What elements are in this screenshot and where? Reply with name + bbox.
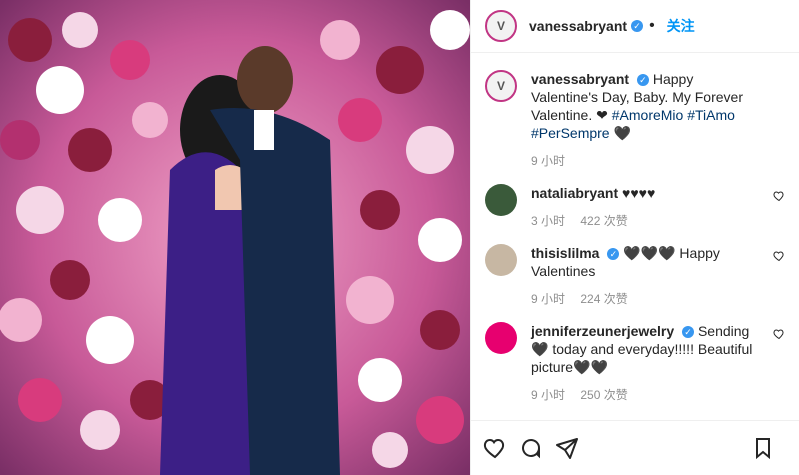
comment-row: jenniferzeunerjewelry ✓ Sending 🖤 today …: [485, 322, 785, 404]
comment-likes[interactable]: 224 次赞: [580, 292, 627, 306]
comments-list: V vanessabryant ✓ Happy Valentine's Day,…: [471, 52, 799, 421]
caption: V vanessabryant ✓ Happy Valentine's Day,…: [485, 70, 785, 170]
like-button[interactable]: [483, 436, 507, 460]
comment-likes[interactable]: 422 次赞: [580, 214, 627, 228]
comment-avatar[interactable]: [485, 322, 517, 354]
heart-icon[interactable]: [773, 190, 785, 202]
heart-icon: [483, 438, 505, 459]
comment-avatar[interactable]: [485, 244, 517, 276]
verified-icon: ✓: [682, 326, 695, 339]
comment-avatar[interactable]: [485, 184, 517, 216]
comment-icon: [522, 439, 540, 459]
post-sidebar: V vanessabryant ✓ • 关注 V vanessabryant ✓…: [470, 0, 799, 475]
post-header: V vanessabryant ✓ • 关注: [471, 0, 799, 53]
verified-icon: ✓: [631, 20, 644, 32]
share-icon: [556, 438, 578, 459]
photo-flower-wall: [0, 0, 470, 475]
caption-time: 9 小时: [531, 154, 566, 168]
comment-row: thisislilma ✓ 🖤🖤🖤 Happy Valentines 9 小时 …: [485, 244, 785, 308]
comment-row: nataliabryant ♥♥♥♥ 3 小时 422 次赞: [485, 184, 785, 230]
follow-button[interactable]: 关注: [667, 16, 695, 36]
post-photo[interactable]: [0, 0, 470, 475]
comment-username[interactable]: thisislilma: [531, 245, 599, 261]
heart-icon[interactable]: [773, 328, 785, 340]
author-avatar[interactable]: V: [485, 10, 517, 42]
bookmark-icon: [756, 438, 770, 460]
caption-avatar[interactable]: V: [485, 70, 517, 102]
caption-tail: 🖤: [613, 125, 631, 141]
comment-username[interactable]: nataliabryant: [531, 185, 618, 201]
post-actions: [471, 420, 799, 475]
instagram-post: V vanessabryant ✓ • 关注 V vanessabryant ✓…: [0, 0, 799, 475]
comment-button[interactable]: [519, 436, 543, 460]
share-button[interactable]: [555, 436, 579, 460]
save-button[interactable]: [751, 436, 775, 460]
comment-username[interactable]: jenniferzeunerjewelry: [531, 323, 674, 339]
comment-text: ♥♥♥♥: [622, 185, 656, 201]
author-username[interactable]: vanessabryant: [529, 18, 627, 34]
comment-likes[interactable]: 250 次赞: [580, 388, 627, 402]
verified-icon: ✓: [636, 74, 649, 87]
comment-time: 9 小时: [531, 388, 566, 402]
separator-dot: •: [649, 17, 655, 34]
comment-time: 3 小时: [531, 214, 566, 228]
heart-icon[interactable]: [773, 250, 785, 262]
caption-username[interactable]: vanessabryant: [531, 71, 629, 87]
verified-icon: ✓: [607, 248, 620, 261]
comment-time: 9 小时: [531, 292, 566, 306]
